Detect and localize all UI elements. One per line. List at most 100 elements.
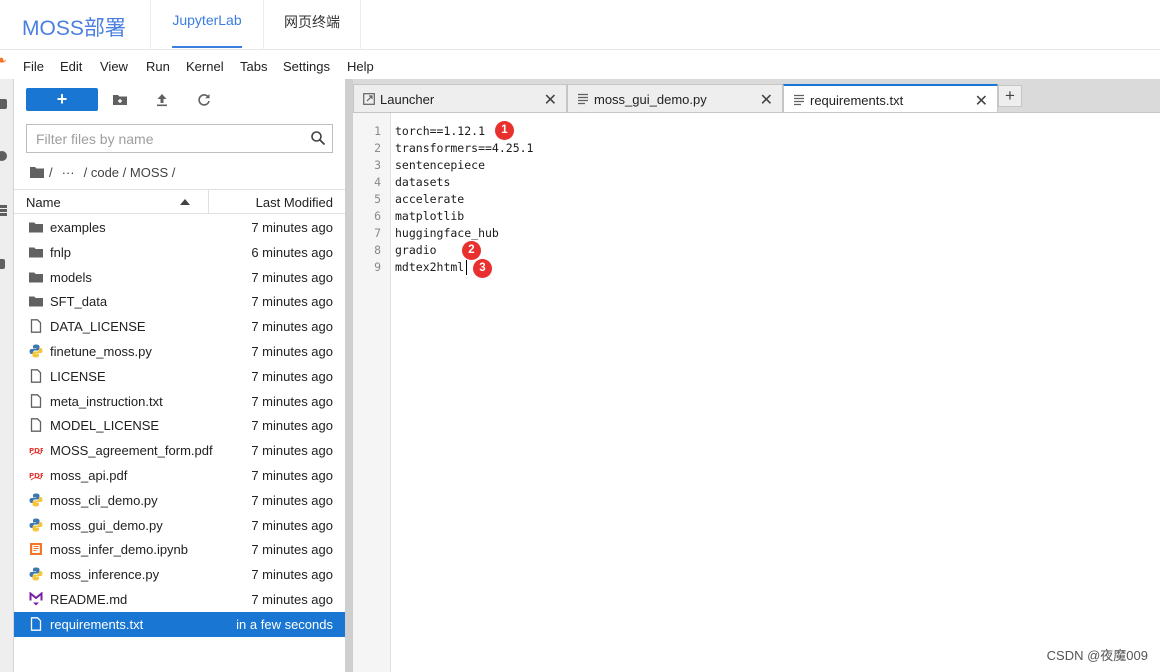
file-name: moss_infer_demo.ipynb xyxy=(50,542,189,558)
file-browser-activity-icon[interactable] xyxy=(0,99,7,109)
file-row[interactable]: requirements.txt in a few seconds xyxy=(14,611,345,637)
watermark: CSDN @夜魔009 xyxy=(1046,648,1148,663)
running-activity-icon[interactable] xyxy=(0,151,7,161)
file-row[interactable]: PDF MOSS_agreement_form.pdf 7 minutes ago xyxy=(14,438,345,463)
close-icon[interactable]: ✕ xyxy=(760,90,773,110)
menu-settings[interactable]: Settings xyxy=(283,59,330,74)
file-modified: 7 minutes ago xyxy=(251,492,333,508)
tab-web-terminal[interactable]: 网页终端 xyxy=(264,0,361,50)
file-row[interactable]: PDF moss_api.pdf 7 minutes ago xyxy=(14,463,345,488)
file-name: fnlp xyxy=(50,244,71,260)
active-tab-underline xyxy=(172,46,242,48)
file-icon xyxy=(29,319,43,334)
line-number: 1 xyxy=(374,124,381,138)
new-folder-icon[interactable] xyxy=(112,92,128,108)
sort-ascending-icon[interactable] xyxy=(180,199,190,205)
file-name: DATA_LICENSE xyxy=(50,319,146,335)
file-modified: 7 minutes ago xyxy=(251,368,333,384)
column-name[interactable]: Name xyxy=(26,195,61,210)
file-modified: 7 minutes ago xyxy=(251,567,333,583)
filter-files-input[interactable] xyxy=(27,125,297,152)
file-modified: 7 minutes ago xyxy=(251,467,333,483)
tab-requirements[interactable]: requirements.txt ✕ xyxy=(783,84,998,113)
file-row[interactable]: SFT_data 7 minutes ago xyxy=(14,289,345,314)
menu-view[interactable]: View xyxy=(100,59,128,74)
upload-icon[interactable] xyxy=(154,92,170,108)
new-launcher-button[interactable]: + xyxy=(26,88,98,111)
file-row[interactable]: meta_instruction.txt 7 minutes ago xyxy=(14,389,345,414)
top-header: MOSS部署 JupyterLab 网页终端 xyxy=(0,0,1160,50)
line-number-gutter: 1 2 3 4 5 6 7 8 9 xyxy=(353,113,391,672)
line-number: 3 xyxy=(374,158,381,172)
extensions-activity-icon[interactable] xyxy=(0,259,5,269)
text-editor[interactable]: 123456789 torch==1.12.1 transformers==4.2… xyxy=(353,112,1160,672)
tab-requirements-label: requirements.txt xyxy=(810,93,904,108)
tab-launcher[interactable]: Launcher ✕ xyxy=(353,84,567,112)
left-activity-bar xyxy=(0,79,14,672)
file-name: requirements.txt xyxy=(50,616,144,632)
home-folder-icon[interactable] xyxy=(30,166,44,178)
tab-web-terminal-label: 网页终端 xyxy=(284,14,340,30)
file-browser: + / ··· / code / MOSS / Name La xyxy=(14,79,345,672)
menu-file[interactable]: File xyxy=(23,59,44,74)
file-row[interactable]: moss_gui_demo.py 7 minutes ago xyxy=(14,513,345,538)
file-name: finetune_moss.py xyxy=(50,343,152,359)
file-row[interactable]: moss_inference.py 7 minutes ago xyxy=(14,562,345,587)
add-tab-button[interactable]: + xyxy=(998,85,1022,107)
file-name: MODEL_LICENSE xyxy=(50,418,160,434)
file-row[interactable]: models 7 minutes ago xyxy=(14,265,345,290)
column-last-modified[interactable]: Last Modified xyxy=(256,195,333,210)
menu-tabs[interactable]: Tabs xyxy=(240,59,267,74)
panel-splitter[interactable] xyxy=(345,79,353,672)
text-file-icon xyxy=(578,93,588,105)
menu-edit[interactable]: Edit xyxy=(60,59,82,74)
brand-title: MOSS部署 xyxy=(22,17,126,40)
file-row[interactable]: finetune_moss.py 7 minutes ago xyxy=(14,339,345,364)
menu-bar: ❧ File Edit View Run Kernel Tabs Setting… xyxy=(0,51,1160,79)
close-icon[interactable]: ✕ xyxy=(544,90,557,110)
file-row[interactable]: LICENSE 7 minutes ago xyxy=(14,364,345,389)
commands-activity-icon[interactable] xyxy=(0,205,7,208)
text-file-icon xyxy=(29,616,43,631)
file-row[interactable]: examples 7 minutes ago xyxy=(14,215,345,240)
file-row[interactable]: moss_cli_demo.py 7 minutes ago xyxy=(14,488,345,513)
folder-icon xyxy=(29,220,43,234)
line-number: 7 xyxy=(374,226,381,240)
breadcrumb-ellipsis[interactable]: ··· xyxy=(62,165,75,180)
code-line: accelerate xyxy=(395,192,465,206)
breadcrumb-root[interactable]: / xyxy=(49,165,53,180)
file-row[interactable]: fnlp 6 minutes ago xyxy=(14,240,345,265)
file-modified: 7 minutes ago xyxy=(251,343,333,359)
menu-run[interactable]: Run xyxy=(146,59,170,74)
code-line: huggingface_hub xyxy=(395,226,499,240)
file-row[interactable]: README.md 7 minutes ago xyxy=(14,587,345,612)
text-file-icon xyxy=(794,94,804,106)
refresh-icon[interactable] xyxy=(196,92,212,108)
file-name: moss_cli_demo.py xyxy=(50,492,158,508)
file-modified: 7 minutes ago xyxy=(251,591,333,607)
tab-moss-gui-demo[interactable]: moss_gui_demo.py ✕ xyxy=(567,84,783,112)
pdf-icon: PDF xyxy=(29,468,45,482)
file-row[interactable]: DATA_LICENSE 7 minutes ago xyxy=(14,314,345,339)
folder-icon xyxy=(29,245,43,259)
search-icon xyxy=(311,131,326,146)
tab-jupyterlab[interactable]: JupyterLab xyxy=(150,0,264,50)
folder-icon xyxy=(29,270,43,284)
breadcrumb-path[interactable]: / code / MOSS / xyxy=(84,165,176,180)
file-row[interactable]: MODEL_LICENSE 7 minutes ago xyxy=(14,413,345,438)
code-line: mdtex2html xyxy=(395,260,465,274)
column-divider xyxy=(208,190,209,214)
file-list: examples 7 minutes ago fnlp 6 minutes ago mo… xyxy=(14,215,345,637)
code-line: gradio xyxy=(395,243,437,257)
file-modified: 6 minutes ago xyxy=(251,244,333,260)
close-icon[interactable]: ✕ xyxy=(975,91,988,111)
menu-help[interactable]: Help xyxy=(347,59,374,74)
python-icon xyxy=(29,493,43,507)
file-row[interactable]: moss_infer_demo.ipynb 7 minutes ago xyxy=(14,537,345,562)
file-name: moss_gui_demo.py xyxy=(50,517,163,533)
menu-kernel[interactable]: Kernel xyxy=(186,59,224,74)
file-browser-toolbar: + xyxy=(14,79,345,121)
annotation-badge: 2 xyxy=(462,241,481,260)
line-number: 8 xyxy=(374,243,381,257)
file-icon xyxy=(29,418,43,433)
